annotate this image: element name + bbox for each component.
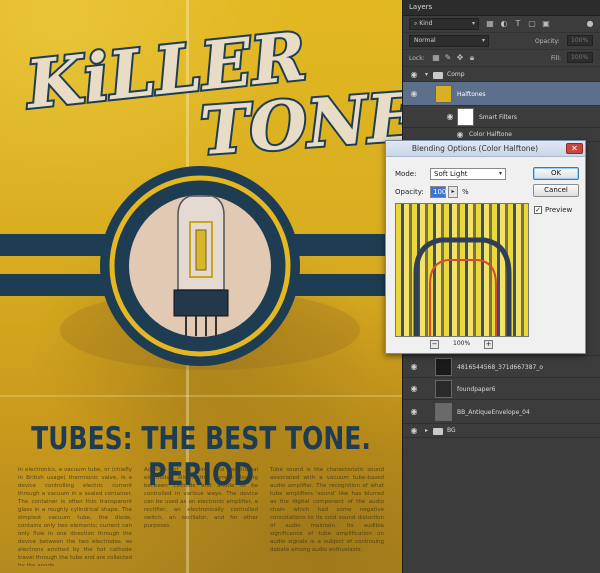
eye-icon[interactable]: ◉ xyxy=(455,130,465,140)
filter-row: ⌕ Kind ▾ ▦ ◐ T ▢ ▣ ● xyxy=(403,16,600,33)
body-column-1: In electronics, a vacuum tube, or (chief… xyxy=(18,467,132,566)
dialog-titlebar[interactable]: Blending Options (Color Halftone) ✕ xyxy=(386,141,585,157)
filter-pixel-icon[interactable]: ▦ xyxy=(485,19,495,29)
layer-row-halftones[interactable]: ◉ Halftones xyxy=(403,82,600,106)
body-column-2: Addition of a third and additional elect… xyxy=(144,467,258,529)
eye-icon[interactable]: ◉ xyxy=(409,426,419,436)
lock-pixels-icon[interactable]: ✎ xyxy=(443,53,453,63)
body-column-3: Tube sound is the characteristic sound a… xyxy=(270,467,384,553)
preview-checkbox[interactable]: ✓ xyxy=(534,206,542,214)
expand-triangle-icon[interactable]: ▸ xyxy=(425,427,428,434)
layer-row-photo[interactable]: ◉ 4816544568_371d667387_o xyxy=(403,356,600,378)
layer-name: Color Halftone xyxy=(469,131,512,138)
layer-thumbnail xyxy=(435,85,452,103)
layer-row-bg[interactable]: ◉ ▸ BG xyxy=(403,424,600,438)
layer-thumbnail xyxy=(435,358,452,376)
filter-type-icon[interactable]: T xyxy=(513,19,523,29)
layer-thumbnail xyxy=(435,380,452,398)
chevron-down-icon: ▾ xyxy=(481,37,485,44)
opacity-unit: % xyxy=(462,188,469,196)
chevron-down-icon: ▾ xyxy=(498,170,502,177)
eye-icon[interactable]: ◉ xyxy=(409,407,419,417)
layer-name: BG xyxy=(447,427,456,434)
layer-name: Comp xyxy=(447,71,465,78)
preview-label: Preview xyxy=(545,206,573,214)
tab-layers[interactable]: Layers xyxy=(409,3,432,11)
vacuum-tube-illustration xyxy=(173,195,229,336)
opacity-label: Opacity: xyxy=(395,188,424,196)
layer-row-comp[interactable]: ◉ ▾ Comp xyxy=(403,68,600,82)
poster-graphic: KiLLER TONE xyxy=(0,15,402,370)
fill-field[interactable]: 100% xyxy=(567,52,593,63)
close-button[interactable]: ✕ xyxy=(566,143,583,154)
dialog-title: Blending Options (Color Halftone) xyxy=(411,144,539,153)
filter-toggle-icon[interactable]: ● xyxy=(585,19,595,29)
layer-thumbnail xyxy=(435,403,452,421)
lock-transparent-icon[interactable]: ▦ xyxy=(431,53,441,63)
filter-mask-thumbnail xyxy=(457,108,474,126)
eye-icon[interactable]: ◉ xyxy=(409,89,419,99)
blending-options-dialog: Blending Options (Color Halftone) ✕ Mode… xyxy=(385,140,586,354)
eye-icon[interactable]: ◉ xyxy=(409,362,419,372)
preview-tube-outline xyxy=(396,204,528,336)
layer-name: foundpaper6 xyxy=(457,386,496,393)
opacity-label: Opacity: xyxy=(535,38,560,45)
document-canvas[interactable]: KiLLER TONE TUBES: THE BEST TONE. PERIOD… xyxy=(0,0,402,573)
cancel-button[interactable]: Cancel xyxy=(533,184,579,197)
ok-button[interactable]: OK xyxy=(533,167,579,180)
filter-adjustment-icon[interactable]: ◐ xyxy=(499,19,509,29)
opacity-slider-button[interactable]: ▸ xyxy=(448,186,458,198)
chevron-down-icon: ▾ xyxy=(471,20,475,27)
preview-image[interactable] xyxy=(395,203,529,337)
layer-row-smart-filters[interactable]: ◉ Smart Filters xyxy=(403,106,600,128)
poster-artwork: KiLLER TONE TUBES: THE BEST TONE. PERIOD… xyxy=(0,0,402,573)
layer-row-envelope[interactable]: ◉ BB_AntiqueEnvelope_04 xyxy=(403,400,600,424)
fill-label: Fill: xyxy=(551,55,562,62)
panel-tab-strip: Layers xyxy=(403,0,600,16)
folder-icon xyxy=(433,428,443,435)
opacity-field[interactable]: 100% xyxy=(567,35,593,46)
zoom-out-button[interactable]: − xyxy=(430,340,439,349)
eye-icon[interactable]: ◉ xyxy=(409,384,419,394)
poster-body-text: In electronics, a vacuum tube, or (chief… xyxy=(18,466,384,566)
blend-row: Normal ▾ Opacity: 100% xyxy=(403,33,600,50)
lock-label: Lock: xyxy=(409,55,425,62)
mode-label: Mode: xyxy=(395,170,417,178)
layer-row-foundpaper[interactable]: ◉ foundpaper6 xyxy=(403,378,600,400)
filter-shape-icon[interactable]: ▢ xyxy=(527,19,537,29)
filter-kind-select[interactable]: ⌕ Kind ▾ xyxy=(409,18,479,30)
filter-smartobject-icon[interactable]: ▣ xyxy=(541,19,551,29)
zoom-level: 100% xyxy=(453,340,471,347)
expand-triangle-icon[interactable]: ▾ xyxy=(425,71,428,78)
folder-icon xyxy=(433,72,443,79)
layer-name: 4816544568_371d667387_o xyxy=(457,364,544,371)
eye-icon[interactable]: ◉ xyxy=(409,70,419,80)
mode-select[interactable]: Soft Light ▾ xyxy=(430,168,506,180)
layer-name: Smart Filters xyxy=(479,114,518,121)
zoom-in-button[interactable]: + xyxy=(484,340,493,349)
layer-name: BB_AntiqueEnvelope_04 xyxy=(457,409,530,416)
layer-name: Halftones xyxy=(457,91,486,98)
lock-row: Lock: ▦ ✎ ✥ 🔒︎ Fill: 100% xyxy=(403,50,600,67)
blend-mode-select[interactable]: Normal ▾ xyxy=(409,35,489,47)
lock-all-icon[interactable]: 🔒︎ xyxy=(467,53,477,63)
opacity-input[interactable]: 100 xyxy=(430,186,446,198)
eye-icon[interactable]: ◉ xyxy=(445,112,455,122)
lock-position-icon[interactable]: ✥ xyxy=(455,53,465,63)
poster-title-line2: TONE xyxy=(198,77,402,170)
